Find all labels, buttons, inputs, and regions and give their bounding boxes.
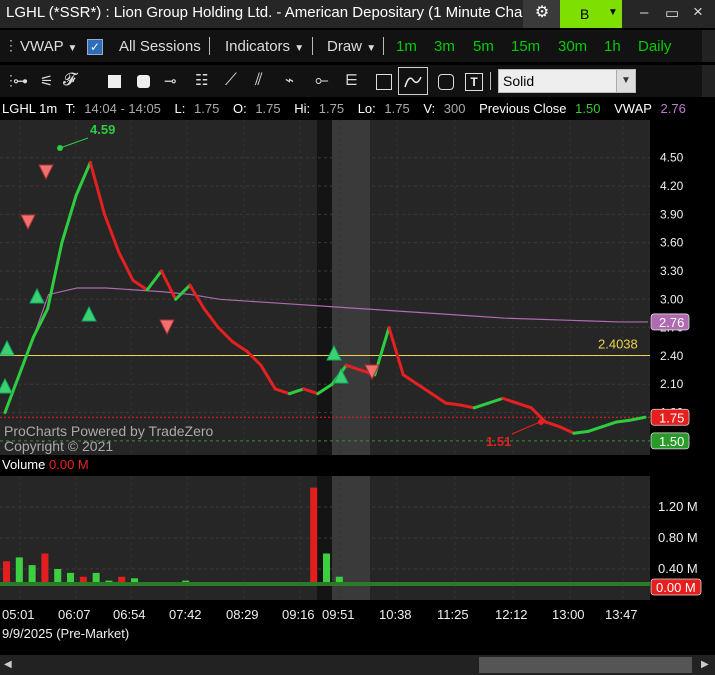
price-candle [31,307,50,339]
price-candle [174,283,192,301]
price-candle [558,425,576,435]
volume-title: Volume [2,457,46,472]
low-label: 1.51 [486,434,511,449]
x-tick-label: 13:47 [605,607,638,622]
watermark-line: Copyright © 2021 [4,438,113,454]
scrollbar-thumb[interactable] [479,657,692,673]
price-candle [159,269,178,301]
previous-close-tag-text: 1.50 [659,434,684,449]
volume-tick-label: 1.20 M [658,499,698,514]
price-candle [302,387,320,396]
buy-marker-icon [29,287,45,304]
price-candle [415,382,434,396]
session-date-label: 9/9/2025 (Pre-Market) [2,626,130,641]
price-candle [515,401,533,410]
price-candle [501,396,519,405]
x-tick-label: 09:16 [282,607,315,622]
price-candle [458,403,476,410]
y-tick-label: 4.50 [660,151,684,165]
price-candle [472,401,491,410]
x-tick-label: 09:51 [322,607,355,622]
y-tick-label: 3.60 [660,236,684,250]
price-candle [444,401,462,407]
price-candle [600,420,619,429]
price-candle [487,396,505,405]
x-tick-label: 08:29 [226,607,259,622]
y-tick-label: 4.20 [660,179,684,193]
price-candle [231,340,249,353]
low-pointer [511,421,541,435]
session-band [317,120,332,455]
volume-bar [323,553,331,586]
volume-baseline [0,582,650,586]
last-price-tag-text: 1.75 [659,410,684,425]
volume-last-tag-text: 0.00 M [656,580,696,595]
price-candle [131,278,149,292]
sell-marker-icon [159,319,175,336]
price-candle [202,307,220,330]
buy-marker-icon [81,305,97,322]
volume-header-value: 0.00 M [49,457,89,472]
high-pointer [59,137,89,149]
y-tick-label: 3.00 [660,292,684,306]
low-dot [538,419,544,425]
price-candle [88,160,107,216]
high-dot [57,145,63,151]
scroll-right-icon[interactable]: ▶ [701,659,709,670]
price-candle [543,420,562,429]
level-label: 2.4038 [598,337,638,352]
x-tick-label: 07:42 [169,607,202,622]
x-tick-label: 13:00 [552,607,585,622]
y-tick-label: 2.10 [660,377,684,391]
volume-bar [310,487,318,586]
x-tick-label: 10:38 [379,607,412,622]
volume-tick-label: 0.80 M [658,530,698,545]
volume-bar [15,557,23,586]
y-tick-label: 3.30 [660,264,684,278]
price-candle [145,269,163,292]
x-tick-label: 06:07 [58,607,91,622]
high-label: 4.59 [90,122,115,137]
volume-tick-label: 0.40 M [658,561,698,576]
price-candle [259,363,277,391]
watermark-line: ProCharts Powered by TradeZero [4,423,214,439]
y-tick-label: 3.90 [660,207,684,221]
x-tick-label: 12:12 [495,607,528,622]
price-candle [586,425,604,433]
price-candle [216,326,235,344]
x-tick-label: 11:25 [437,607,469,622]
price-candle [387,326,405,377]
x-tick-label: 06:54 [113,607,146,622]
scroll-left-icon[interactable]: ◀ [4,659,12,670]
price-candle [273,387,291,396]
sell-marker-icon [20,214,36,231]
volume-bar [41,553,49,586]
price-candle [245,349,263,367]
price-candle [60,193,78,245]
buy-marker-icon [0,339,15,356]
volume-header: Volume 0.00 M [2,457,89,472]
price-candle [103,212,121,254]
y-tick-label: 2.40 [660,349,684,363]
price-candle [74,160,92,197]
price-candle [572,429,590,435]
price-candle [3,373,21,415]
price-candle [430,392,448,405]
price-candle [529,406,547,424]
price-candle [287,387,306,396]
chart-canvas[interactable]: 4.504.203.903.603.303.002.702.402.101.80… [0,0,715,675]
vwap-price-tag-text: 2.76 [659,315,684,330]
price-candle [401,373,419,386]
x-tick-label: 05:01 [2,607,35,622]
buy-marker-icon [0,377,13,394]
sell-marker-icon [38,164,54,181]
price-candle [615,418,633,424]
session-band [332,120,370,455]
